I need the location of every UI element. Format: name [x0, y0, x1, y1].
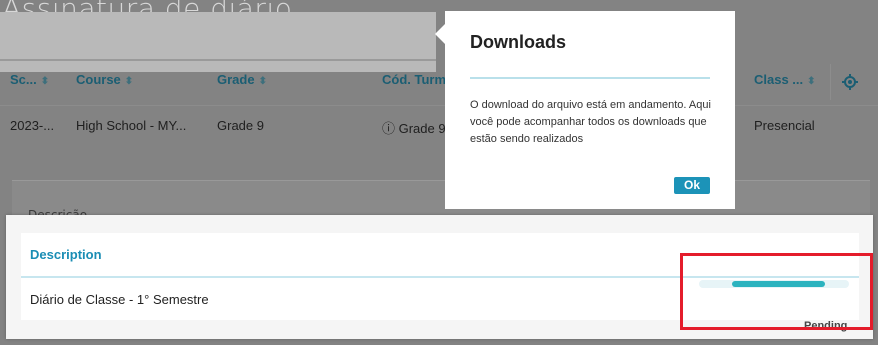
highlight-annotation	[680, 253, 873, 330]
header-divider	[0, 105, 878, 106]
sort-icon: ⬍	[124, 76, 134, 87]
table-cell-grade: Grade 9	[217, 118, 264, 133]
column-header-grade[interactable]: Grade ⬍	[217, 72, 267, 87]
downloads-modal: Downloads O download do arquivo está em …	[445, 11, 735, 209]
modal-title: Downloads	[470, 32, 567, 52]
table-cell-class-code: ⓘ Grade 9	[382, 121, 446, 136]
column-header-school[interactable]: Sc... ⬍	[10, 72, 49, 87]
modal-pointer	[435, 24, 445, 44]
table-cell-school: 2023-...	[10, 118, 55, 133]
column-header-class-type[interactable]: Class ... ⬍	[754, 72, 816, 87]
download-item-description: Diário de Classe - 1° Semestre	[30, 292, 209, 307]
sort-icon: ⬍	[807, 76, 816, 87]
modal-message: O download do arquivo está em andamento.…	[470, 99, 711, 145]
modal-divider	[470, 77, 710, 79]
ok-button[interactable]: Ok	[674, 177, 710, 194]
table-cell-class-type: Presencial	[754, 118, 815, 133]
column-header-class-code[interactable]: Cód. Turm	[382, 72, 446, 87]
column-header-course[interactable]: Course ⬍	[76, 72, 133, 87]
description-column-header: Description	[30, 247, 102, 262]
sort-icon: ⬍	[258, 76, 267, 87]
gear-icon[interactable]	[842, 74, 858, 90]
table-cell-course: High School - MY...	[76, 118, 187, 133]
sort-icon: ⬍	[40, 76, 50, 87]
title-card	[0, 12, 436, 72]
